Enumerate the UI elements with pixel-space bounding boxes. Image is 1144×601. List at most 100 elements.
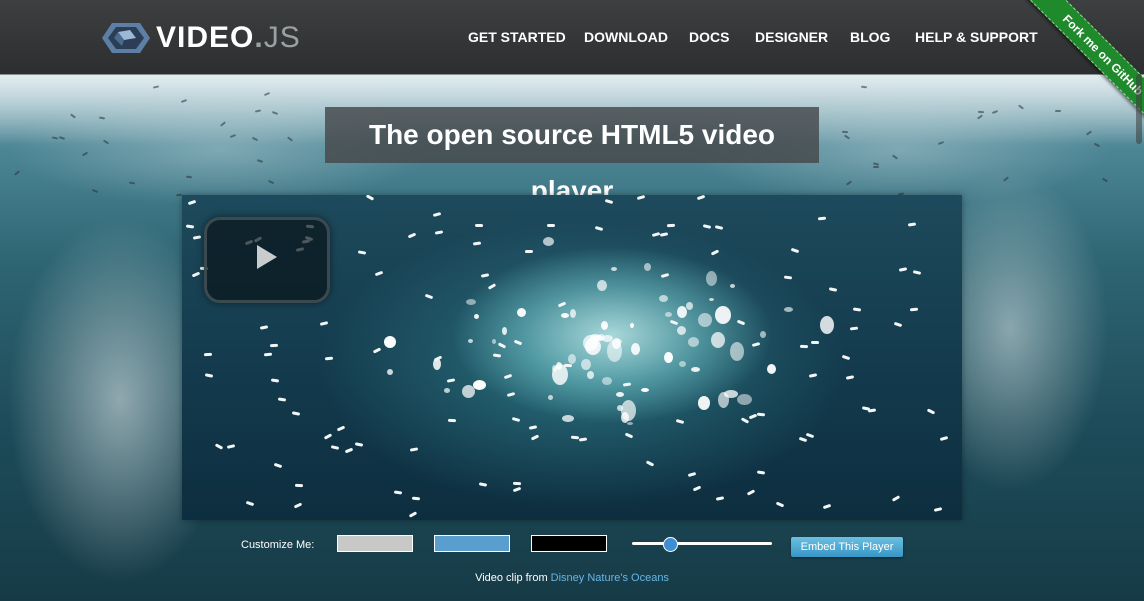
big-play-button[interactable] — [204, 217, 330, 303]
seagull — [687, 471, 697, 478]
water-splash — [552, 364, 568, 385]
seagull — [660, 272, 670, 279]
seagull — [845, 375, 855, 380]
water-splash — [473, 380, 486, 390]
seagull — [841, 354, 851, 361]
seagull — [746, 489, 756, 496]
seagull — [805, 432, 815, 439]
nav-blog[interactable]: BLOG — [850, 29, 890, 45]
seagull — [293, 502, 303, 509]
seagull — [263, 352, 273, 357]
scrollbar-thumb[interactable] — [1136, 74, 1142, 144]
seagull — [273, 462, 283, 469]
seagull — [740, 417, 750, 424]
base-color-swatch[interactable] — [337, 535, 413, 552]
nav-designer[interactable]: DESIGNER — [755, 29, 828, 45]
background-bird — [872, 165, 880, 169]
seagull — [506, 392, 516, 397]
seagull — [557, 301, 567, 308]
seagull — [547, 224, 555, 227]
water-splash — [581, 359, 591, 370]
page-scrollbar[interactable] — [1134, 74, 1144, 601]
water-splash — [590, 334, 600, 340]
seagull — [893, 321, 903, 328]
logo-wordmark: VIDEO.JS — [156, 21, 301, 55]
seagull — [513, 339, 523, 346]
seagull — [926, 408, 936, 415]
background-color-swatch[interactable] — [531, 535, 607, 552]
water-splash — [621, 400, 636, 421]
seagull — [319, 321, 329, 326]
water-splash — [570, 309, 576, 318]
nav-download[interactable]: DOWNLOAD — [584, 29, 668, 45]
seagull — [715, 496, 725, 501]
seagull — [756, 412, 766, 417]
seagull — [798, 436, 808, 443]
water-splash — [611, 267, 617, 271]
nav-get-started[interactable]: GET STARTED — [468, 29, 566, 45]
seagull — [336, 425, 346, 432]
water-splash — [601, 321, 608, 330]
seagull — [344, 447, 354, 454]
fork-me-on-github-ribbon[interactable]: Fork me on GitHub — [1023, 0, 1144, 135]
play-icon — [257, 245, 277, 269]
water-splash — [686, 302, 693, 310]
seagull — [861, 406, 871, 411]
water-splash — [631, 343, 640, 355]
font-size-slider[interactable] — [632, 542, 772, 545]
videojs-logo[interactable]: VIDEO.JS — [102, 20, 301, 56]
github-ribbon-container: Fork me on GitHub — [995, 0, 1144, 149]
water-splash — [767, 364, 776, 374]
water-splash — [616, 392, 624, 397]
embed-player-button[interactable]: Embed This Player — [791, 537, 903, 557]
water-splash — [691, 367, 700, 372]
hero-tagline: The open source HTML5 video player — [325, 107, 819, 206]
seagull — [424, 293, 434, 300]
seagull — [912, 270, 922, 275]
slider-handle[interactable] — [663, 537, 678, 552]
seagull — [204, 373, 214, 378]
water-splash — [784, 307, 793, 312]
seagull — [480, 273, 490, 278]
seagull — [714, 225, 724, 230]
video-player[interactable] — [182, 195, 962, 520]
seagull — [659, 232, 669, 237]
seagull — [736, 319, 746, 326]
seagull — [563, 363, 573, 368]
logo-dot: . — [254, 21, 264, 54]
seagull — [645, 460, 655, 467]
background-bird — [841, 130, 849, 134]
seagull — [756, 470, 766, 475]
seagull — [323, 433, 333, 440]
disney-oceans-link[interactable]: Disney Nature's Oceans — [551, 572, 669, 584]
water-splash — [562, 415, 574, 422]
nav-docs[interactable]: DOCS — [689, 29, 729, 45]
water-splash — [664, 352, 673, 363]
water-splash — [466, 299, 476, 305]
credit-prefix: Video clip from — [475, 572, 551, 584]
seagull — [907, 222, 917, 227]
seagull — [269, 343, 279, 348]
accent-color-swatch[interactable] — [434, 535, 510, 552]
seagull — [407, 232, 417, 239]
seagull — [849, 326, 859, 331]
water-splash — [627, 422, 633, 425]
water-splash — [587, 371, 594, 379]
seagull — [503, 373, 513, 380]
seagull — [775, 501, 785, 508]
seagull — [578, 437, 588, 442]
water-splash — [677, 306, 687, 318]
seagull — [365, 195, 375, 201]
seagull — [669, 319, 679, 326]
seagull — [354, 442, 364, 447]
seagull — [372, 347, 382, 354]
seagull — [594, 225, 604, 232]
seagull — [790, 247, 800, 254]
seagull — [409, 447, 419, 452]
water-splash — [730, 284, 735, 288]
seagull — [828, 287, 838, 292]
seagull — [492, 353, 502, 358]
customize-label: Customize Me: — [241, 539, 315, 551]
seagull — [472, 241, 482, 246]
site-header: VIDEO.JS GET STARTED DOWNLOAD DOCS DESIG… — [0, 0, 1144, 74]
